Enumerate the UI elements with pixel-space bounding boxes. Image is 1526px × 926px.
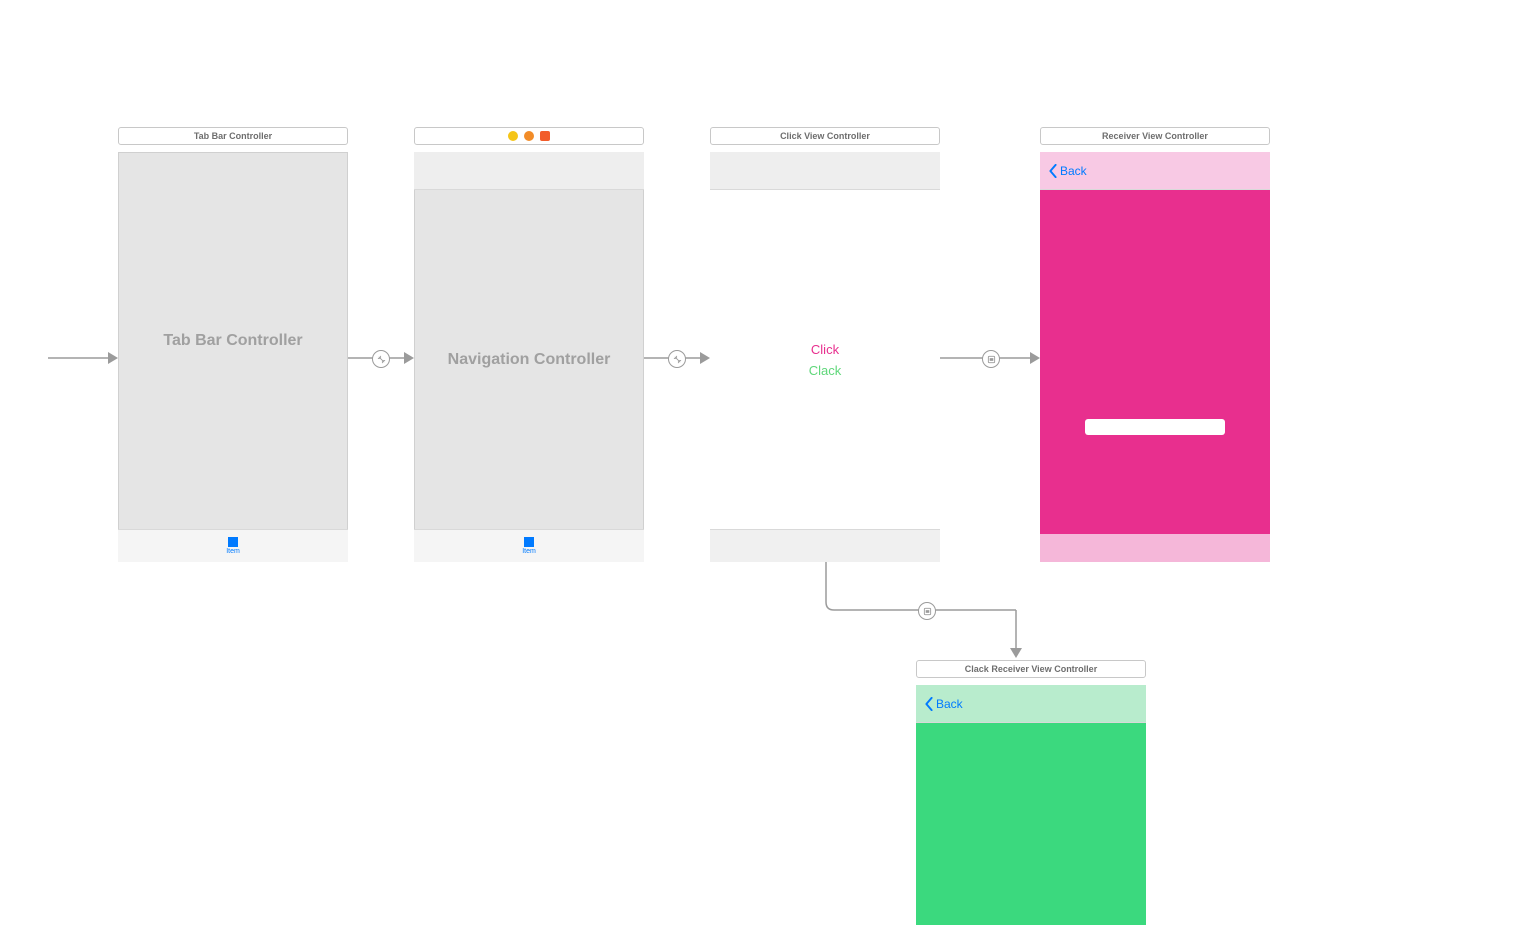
exit-icon[interactable]: [540, 131, 550, 141]
tab-item-label: Item: [522, 548, 536, 555]
click-button[interactable]: Click: [811, 342, 839, 357]
tab-bar-placeholder: [710, 529, 940, 562]
tab-bar[interactable]: Item: [414, 529, 644, 562]
text-field[interactable]: [1085, 419, 1225, 435]
back-button[interactable]: Back: [924, 697, 963, 711]
scene-nav[interactable]: Navigation Controller Item: [414, 127, 644, 562]
back-label: Back: [1060, 164, 1087, 178]
scene-title: Receiver View Controller: [1040, 127, 1270, 145]
nav-bar: [414, 152, 644, 190]
tab-item-icon: [524, 537, 534, 547]
nav-bar: Back: [916, 685, 1146, 723]
segue-badge-show-2[interactable]: [918, 602, 936, 620]
segue-badge-relationship-2[interactable]: [668, 350, 686, 368]
entry-arrow: [48, 348, 118, 368]
scene-click[interactable]: Click View Controller Click Clack: [710, 127, 940, 562]
scene-title: Tab Bar Controller: [118, 127, 348, 145]
clack-button[interactable]: Clack: [809, 363, 842, 378]
nav-bar: [710, 152, 940, 190]
scene-tabbar[interactable]: Tab Bar Controller Tab Bar Controller It…: [118, 127, 348, 562]
scene-title: Click View Controller: [710, 127, 940, 145]
controller-label: Tab Bar Controller: [163, 332, 302, 350]
back-button[interactable]: Back: [1048, 164, 1087, 178]
scene-clack-receiver[interactable]: Clack Receiver View Controller Back: [916, 660, 1146, 925]
controller-label: Navigation Controller: [448, 351, 611, 369]
chevron-left-icon: [1048, 164, 1058, 178]
segue-badge-show-1[interactable]: [982, 350, 1000, 368]
back-label: Back: [936, 697, 963, 711]
view-body: [916, 723, 1146, 925]
scene-title: Clack Receiver View Controller: [916, 660, 1146, 678]
chevron-left-icon: [924, 697, 934, 711]
tab-bar[interactable]: Item: [118, 529, 348, 562]
nav-bar: Back: [1040, 152, 1270, 190]
scene-badge-icon[interactable]: [508, 131, 518, 141]
tab-item-label: Item: [226, 548, 240, 555]
segue-badge-relationship-1[interactable]: [372, 350, 390, 368]
tab-bar-placeholder: [1040, 534, 1270, 562]
scene-title[interactable]: [414, 127, 644, 145]
scene-receiver[interactable]: Receiver View Controller Back: [1040, 127, 1270, 562]
first-responder-icon[interactable]: [524, 131, 534, 141]
tab-item-icon: [228, 537, 238, 547]
